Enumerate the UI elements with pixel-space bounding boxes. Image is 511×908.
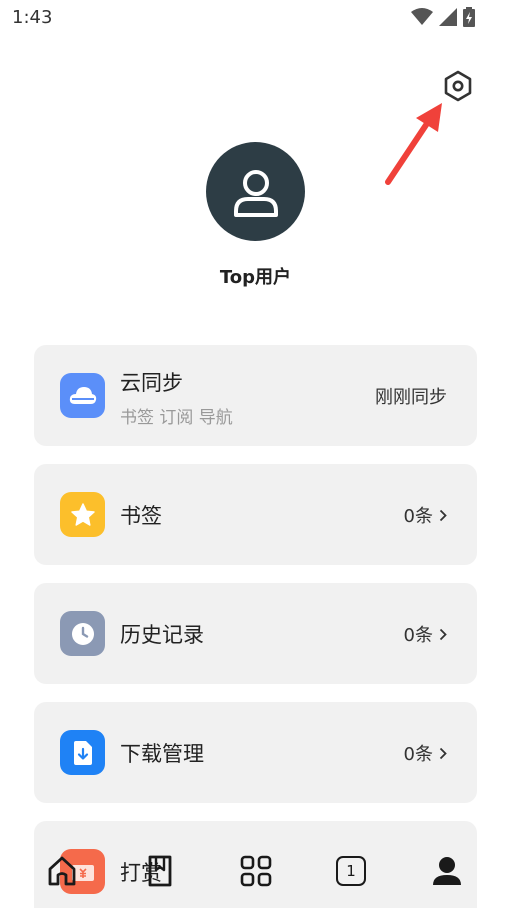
cloud-sync-card[interactable]: 云同步 书签 订阅 导航 刚刚同步 bbox=[34, 345, 477, 446]
annotation-arrow bbox=[385, 103, 442, 185]
tab-profile[interactable] bbox=[422, 846, 472, 896]
status-bar: 1:43 bbox=[0, 0, 511, 36]
clock-icon bbox=[71, 622, 94, 645]
tabs-count: 1 bbox=[346, 862, 356, 880]
user-icon bbox=[233, 169, 278, 217]
cloud-sync-subtitle: 书签 订阅 导航 bbox=[120, 408, 233, 428]
bottom-tab-bar: 1 bbox=[0, 842, 511, 900]
star-icon-badge bbox=[60, 492, 105, 537]
bookmarks-count: 0条 bbox=[403, 506, 433, 527]
tab-apps[interactable] bbox=[231, 846, 281, 896]
bookmarks-count-wrap: 0条 bbox=[404, 502, 447, 528]
chevron-right-icon bbox=[439, 509, 447, 521]
star-icon bbox=[70, 502, 95, 526]
cloud-icon-badge bbox=[60, 373, 105, 418]
cloud-sync-status: 刚刚同步 bbox=[375, 387, 447, 408]
hexagon-settings-icon bbox=[444, 70, 472, 102]
tab-windows[interactable]: 1 bbox=[326, 846, 376, 896]
cloud-icon bbox=[69, 386, 96, 404]
profile-icon bbox=[433, 857, 461, 885]
tab-home[interactable] bbox=[37, 846, 87, 896]
clock-icon-badge bbox=[60, 611, 105, 656]
status-icons bbox=[411, 6, 475, 28]
cloud-sync-title: 云同步 bbox=[120, 371, 183, 395]
home-icon bbox=[48, 856, 76, 886]
history-count: 0条 bbox=[403, 625, 433, 646]
downloads-count-wrap: 0条 bbox=[404, 740, 447, 766]
username[interactable]: Top用户 bbox=[0, 263, 511, 289]
download-file-icon bbox=[73, 740, 92, 765]
chevron-right-icon bbox=[439, 747, 447, 759]
bookmark-book-icon bbox=[148, 855, 172, 887]
tabs-count-icon: 1 bbox=[336, 856, 366, 886]
battery-charging-icon bbox=[463, 7, 475, 27]
tab-bookmarks[interactable] bbox=[135, 846, 185, 896]
chevron-right-icon bbox=[439, 628, 447, 640]
downloads-card[interactable]: 下载管理 0条 bbox=[34, 702, 477, 803]
status-time: 1:43 bbox=[12, 7, 53, 28]
downloads-title: 下载管理 bbox=[120, 742, 204, 766]
wifi-icon bbox=[411, 8, 433, 25]
apps-grid-icon bbox=[240, 855, 272, 887]
bookmarks-card[interactable]: 书签 0条 bbox=[34, 464, 477, 565]
history-card[interactable]: 历史记录 0条 bbox=[34, 583, 477, 684]
history-title: 历史记录 bbox=[120, 623, 204, 647]
history-count-wrap: 0条 bbox=[404, 621, 447, 647]
download-icon-badge bbox=[60, 730, 105, 775]
cloud-sync-status-wrap: 刚刚同步 bbox=[375, 383, 447, 409]
cellular-signal-icon bbox=[439, 8, 457, 26]
bookmarks-title: 书签 bbox=[120, 504, 162, 528]
downloads-count: 0条 bbox=[403, 744, 433, 765]
avatar[interactable] bbox=[206, 142, 305, 241]
settings-button[interactable] bbox=[440, 68, 476, 104]
